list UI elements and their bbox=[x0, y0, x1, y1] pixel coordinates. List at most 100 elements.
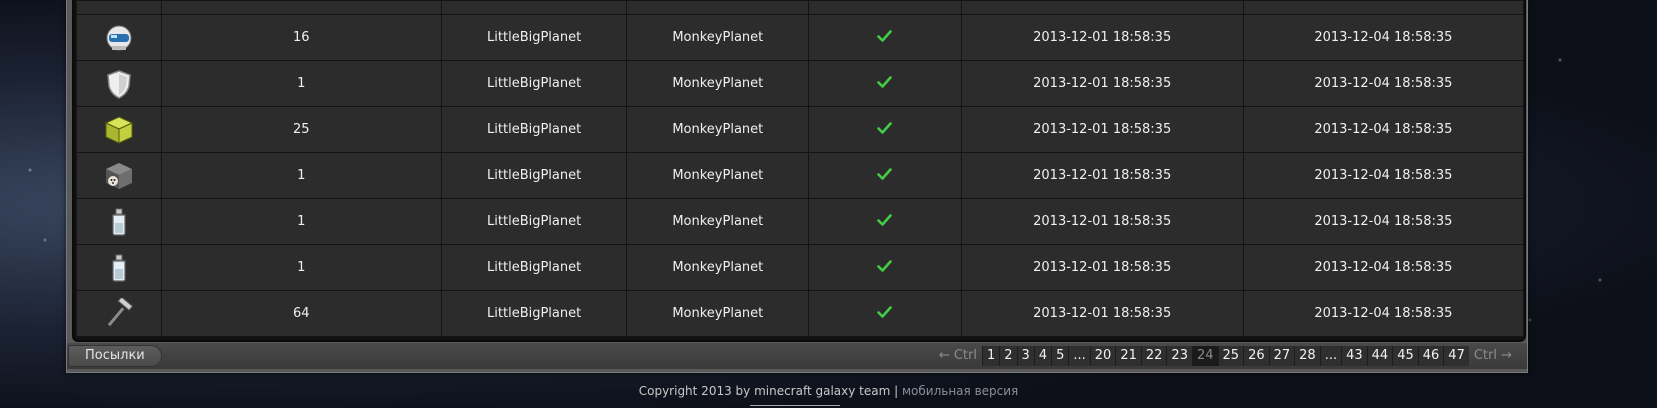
robot-helmet-icon bbox=[103, 22, 135, 54]
shield-icon bbox=[103, 68, 135, 100]
bottom-bar: Посылки ← Ctrl 1 2 3 4 5... 20 21 22 23 24 25 26 27 28… bbox=[67, 343, 1527, 369]
item-icon-cell bbox=[76, 244, 162, 291]
server-cell: LittleBigPlanet bbox=[440, 290, 628, 337]
page-link[interactable]: 21 bbox=[1115, 346, 1141, 366]
page-link[interactable]: 25 bbox=[1217, 346, 1244, 366]
table-row: 1 LittleBigPlanet MonkeyPlanet 2013-12-01 1… bbox=[76, 152, 1525, 199]
prev-page-link[interactable]: ← Ctrl bbox=[934, 346, 982, 366]
created-date-cell: 2013-12-01 18:58:35 bbox=[960, 152, 1244, 199]
page-link[interactable]: 4 bbox=[1033, 346, 1052, 366]
expires-date-cell: 2013-12-04 18:58:35 bbox=[1242, 106, 1525, 153]
status-cell bbox=[808, 244, 962, 291]
table-frame: 16 LittleBigPlanet MonkeyPlanet 2013-12-01 … bbox=[72, 0, 1526, 342]
status-cell bbox=[808, 290, 962, 337]
table-row: 1 LittleBigPlanet MonkeyPlanet 2013-12-01 1… bbox=[76, 244, 1525, 291]
server-cell: LittleBigPlanet bbox=[440, 14, 628, 61]
check-icon bbox=[877, 167, 893, 184]
created-date-cell: 2013-12-01 18:58:35 bbox=[960, 290, 1244, 337]
page-link[interactable]: 22 bbox=[1140, 346, 1167, 366]
parcels-tab-button[interactable]: Посылки bbox=[68, 345, 162, 367]
expires-date-cell: 2013-12-04 18:58:35 bbox=[1242, 60, 1525, 107]
status-cell bbox=[808, 198, 962, 245]
table-row: 25 LittleBigPlanet MonkeyPlanet 2013-12-01 … bbox=[76, 106, 1525, 153]
item-icon-cell bbox=[76, 152, 162, 199]
created-date-cell: 2013-12-01 18:58:35 bbox=[960, 14, 1244, 61]
raccoon-block-icon bbox=[103, 160, 135, 192]
check-icon bbox=[877, 259, 893, 276]
parcels-table: 16 LittleBigPlanet MonkeyPlanet 2013-12-01 … bbox=[76, 0, 1525, 337]
server-cell: LittleBigPlanet bbox=[440, 198, 628, 245]
item-icon-cell bbox=[76, 60, 162, 107]
glass-bottle-icon bbox=[103, 206, 135, 238]
copyright-text: Copyright 2013 by minecraft galaxy team … bbox=[638, 384, 899, 398]
owner-cell: MonkeyPlanet bbox=[626, 14, 810, 61]
owner-cell: MonkeyPlanet bbox=[626, 152, 810, 199]
created-date-cell: 2013-12-01 18:58:35 bbox=[960, 106, 1244, 153]
expires-date-cell: 2013-12-04 18:58:35 bbox=[1242, 14, 1525, 61]
page-link[interactable]: 3 bbox=[1016, 346, 1034, 366]
status-cell bbox=[808, 60, 962, 107]
page-link[interactable]: 23 bbox=[1166, 346, 1192, 366]
count-cell: 25 bbox=[160, 106, 442, 153]
check-icon bbox=[877, 213, 893, 230]
content-panel: 16 LittleBigPlanet MonkeyPlanet 2013-12-01 … bbox=[66, 0, 1528, 373]
owner-cell: MonkeyPlanet bbox=[626, 198, 810, 245]
next-page-link[interactable]: Ctrl → bbox=[1469, 346, 1517, 366]
item-icon-cell bbox=[76, 14, 162, 61]
server-cell: LittleBigPlanet bbox=[440, 106, 628, 153]
check-icon bbox=[877, 75, 893, 92]
table-row: 1 LittleBigPlanet MonkeyPlanet 2013-12-01 1… bbox=[76, 198, 1525, 245]
page-link[interactable]: 46 bbox=[1417, 346, 1444, 366]
expires-date-cell: 2013-12-04 18:58:35 bbox=[1242, 244, 1525, 291]
page-link[interactable]: 2 bbox=[999, 346, 1017, 366]
count-cell: 1 bbox=[160, 244, 442, 291]
footer-divider bbox=[750, 405, 840, 406]
count-cell: 1 bbox=[160, 152, 442, 199]
count-cell: 16 bbox=[160, 14, 442, 61]
owner-cell: MonkeyPlanet bbox=[626, 290, 810, 337]
table-row: 1 LittleBigPlanet MonkeyPlanet 2013-12-01 1… bbox=[76, 60, 1525, 107]
page-link[interactable]: 26 bbox=[1243, 346, 1269, 366]
created-date-cell: 2013-12-01 18:58:35 bbox=[960, 244, 1244, 291]
glass-bottle-icon bbox=[103, 252, 135, 284]
item-icon-cell bbox=[76, 106, 162, 153]
server-cell: LittleBigPlanet bbox=[440, 244, 628, 291]
current-page: 24 bbox=[1191, 346, 1218, 366]
check-icon bbox=[877, 29, 893, 46]
page-link[interactable]: 47 bbox=[1443, 346, 1469, 366]
hammer-tool-icon bbox=[103, 295, 135, 330]
server-cell: LittleBigPlanet bbox=[440, 60, 628, 107]
page-link[interactable]: 1 bbox=[981, 346, 1000, 366]
page-link[interactable]: 27 bbox=[1268, 346, 1295, 366]
pagination: ← Ctrl 1 2 3 4 5... 20 21 22 23 24 25 26 27 28... 43 44 4… bbox=[934, 345, 1517, 367]
server-cell: LittleBigPlanet bbox=[440, 152, 628, 199]
mobile-version-link[interactable]: мобильная версия bbox=[902, 384, 1018, 398]
expires-date-cell: 2013-12-04 18:58:35 bbox=[1242, 290, 1525, 337]
table-row-partial bbox=[76, 0, 1525, 15]
created-date-cell: 2013-12-01 18:58:35 bbox=[960, 60, 1244, 107]
footer: Copyright 2013 by minecraft galaxy team … bbox=[0, 384, 1657, 398]
page-link[interactable]: 44 bbox=[1366, 346, 1393, 366]
status-cell bbox=[808, 152, 962, 199]
check-icon bbox=[877, 121, 893, 138]
green-cube-icon bbox=[103, 114, 135, 146]
item-icon-cell bbox=[76, 290, 162, 337]
page-link[interactable]: 45 bbox=[1392, 346, 1418, 366]
pagination-ellipsis: ... bbox=[1068, 346, 1090, 366]
count-cell: 1 bbox=[160, 60, 442, 107]
page-link[interactable]: 28 bbox=[1294, 346, 1320, 366]
owner-cell: MonkeyPlanet bbox=[626, 106, 810, 153]
status-cell bbox=[808, 106, 962, 153]
page-link[interactable]: 5 bbox=[1051, 346, 1069, 366]
item-icon-cell bbox=[76, 198, 162, 245]
status-cell bbox=[808, 14, 962, 61]
count-cell: 1 bbox=[160, 198, 442, 245]
pagination-ellipsis: ... bbox=[1319, 346, 1342, 366]
expires-date-cell: 2013-12-04 18:58:35 bbox=[1242, 198, 1525, 245]
table-row: 64 LittleBigPlanet MonkeyPlanet 2013-12-01 … bbox=[76, 290, 1525, 337]
page-link[interactable]: 43 bbox=[1341, 346, 1367, 366]
table-row: 16 LittleBigPlanet MonkeyPlanet 2013-12-01 … bbox=[76, 14, 1525, 61]
count-cell: 64 bbox=[160, 290, 442, 337]
page-link[interactable]: 20 bbox=[1089, 346, 1116, 366]
owner-cell: MonkeyPlanet bbox=[626, 244, 810, 291]
